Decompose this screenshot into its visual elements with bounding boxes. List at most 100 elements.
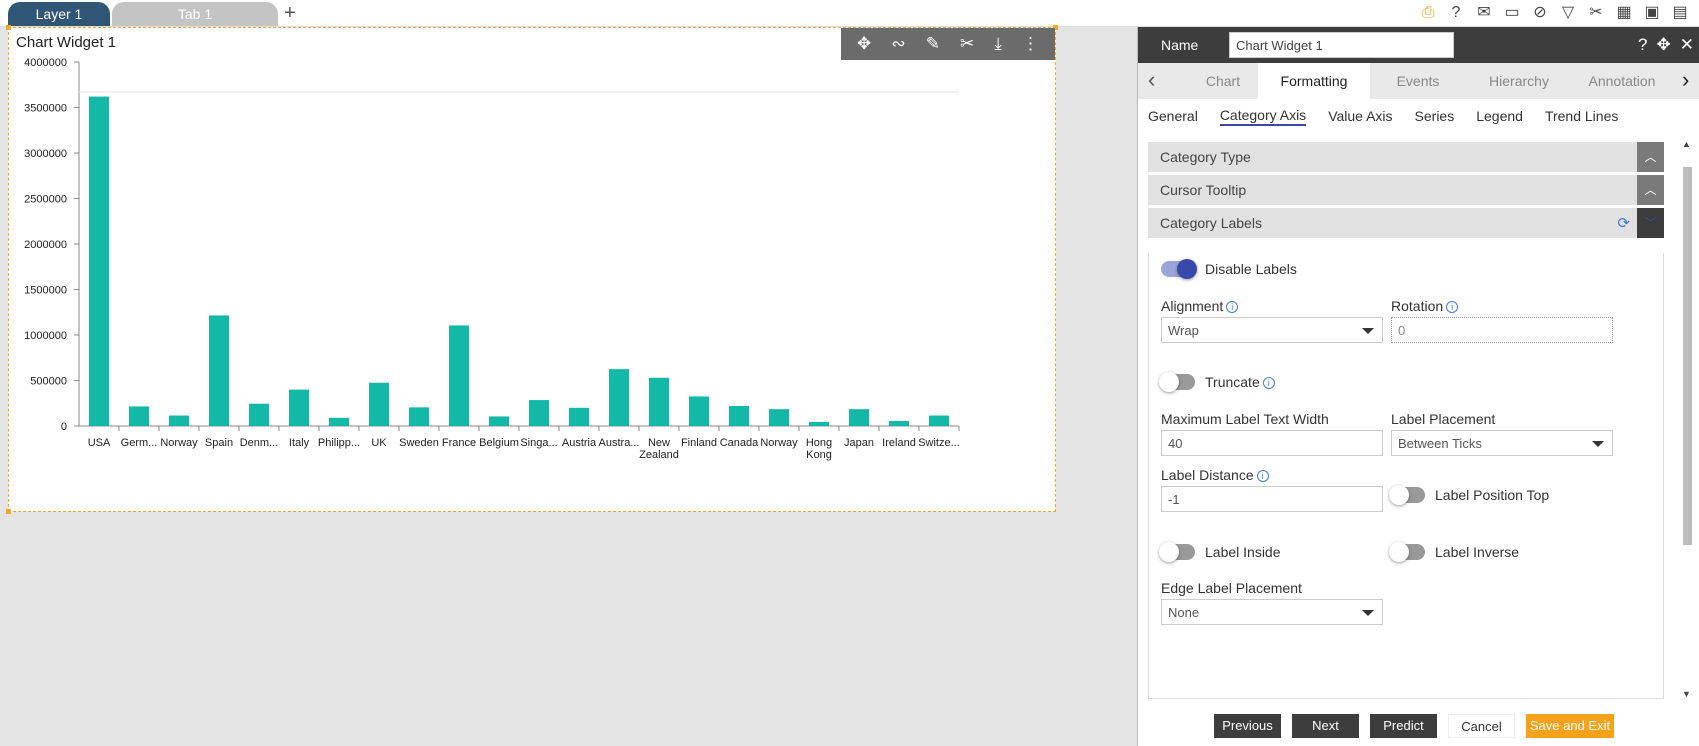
truncate-toggle[interactable]: [1159, 372, 1195, 392]
tab-chart[interactable]: Chart: [1183, 63, 1263, 99]
label-distance-input[interactable]: -1: [1161, 486, 1383, 512]
tools-icon[interactable]: ✂: [1587, 3, 1605, 23]
table-icon[interactable]: ▦: [1615, 3, 1633, 23]
category-labels-body: Disable Labels Alignment i Wrap Rotation i…: [1148, 253, 1664, 699]
properties-panel: Name Chart Widget 1 ? ✥ ✕ ‹ Chart Format…: [1137, 27, 1699, 746]
section-label: Cursor Tooltip: [1160, 182, 1247, 198]
chart-widget[interactable]: Chart Widget 1 ✥ ∾ ✎ ✂ ⤓ ⋮ 0 500000 100000…: [6, 25, 1058, 514]
section-category-type[interactable]: Category Type ︿: [1148, 142, 1664, 172]
disable-labels-toggle[interactable]: [1161, 259, 1197, 279]
chevron-right-icon[interactable]: ›: [1682, 69, 1689, 91]
subtab-value-axis[interactable]: Value Axis: [1328, 108, 1392, 124]
subtab-category-axis[interactable]: Category Axis: [1219, 107, 1307, 126]
max-width-input[interactable]: 40: [1161, 430, 1383, 456]
dashboard-canvas: Chart Widget 1 ✥ ∾ ✎ ✂ ⤓ ⋮ 0 500000 100000…: [6, 25, 1136, 746]
add-tab-button[interactable]: +: [284, 2, 296, 24]
bar: [689, 396, 709, 426]
label-inside-toggle[interactable]: [1159, 542, 1195, 562]
max-width-label: Maximum Label Text Width: [1161, 411, 1329, 427]
label-position-top-toggle[interactable]: [1389, 485, 1425, 505]
x-tick-label: Spain: [205, 437, 233, 449]
more-icon[interactable]: ⋮: [1022, 34, 1039, 54]
scrollbar-thumb[interactable]: [1683, 167, 1692, 545]
x-tick-label: Canada: [720, 437, 759, 449]
subtab-legend[interactable]: Legend: [1476, 108, 1523, 124]
chevron-left-icon[interactable]: ‹: [1148, 69, 1155, 91]
name-input[interactable]: Chart Widget 1: [1229, 32, 1454, 58]
screen-icon[interactable]: ▣: [1643, 3, 1661, 23]
disable-labels-label: Disable Labels: [1205, 261, 1297, 277]
tab-annotation[interactable]: Annotation: [1572, 63, 1672, 99]
tab-tab-1[interactable]: Tab 1: [112, 2, 278, 26]
x-tick-label: New: [648, 437, 670, 449]
subtab-general[interactable]: General: [1148, 108, 1198, 124]
edge-label-placement-label: Edge Label Placement: [1161, 580, 1302, 596]
label-position-top-label: Label Position Top: [1435, 487, 1550, 503]
panel-header-icons: ? ✥ ✕: [1638, 35, 1694, 55]
previous-button[interactable]: Previous: [1214, 714, 1281, 738]
label-placement-select[interactable]: Between Ticks: [1391, 430, 1613, 456]
alignment-select[interactable]: Wrap: [1161, 317, 1383, 343]
panel-footer: Previous Next Predict Cancel Save and Ex…: [1138, 704, 1699, 746]
bar: [769, 409, 789, 426]
resize-handle[interactable]: [6, 509, 11, 514]
subtab-series[interactable]: Series: [1415, 108, 1455, 124]
x-tick-label: Austra...: [599, 437, 640, 449]
y-tick-label: 4000000: [24, 58, 67, 69]
section-cursor-tooltip[interactable]: Cursor Tooltip ︿: [1148, 175, 1664, 205]
formatting-subtabs: General Category Axis Value Axis Series …: [1148, 99, 1618, 133]
tab-formatting[interactable]: Formatting: [1258, 63, 1370, 99]
move-icon[interactable]: ✥: [1657, 35, 1671, 55]
x-tick-label: Italy: [289, 437, 310, 449]
subtab-trend-lines[interactable]: Trend Lines: [1545, 108, 1618, 124]
download-icon[interactable]: ⤓: [994, 34, 1002, 54]
tools-icon[interactable]: ✂: [960, 34, 974, 54]
save-icon[interactable]: ⎙: [1419, 3, 1437, 23]
panel-scrollbar[interactable]: ▲ ▼: [1681, 139, 1694, 699]
x-tick-label: Sweden: [399, 437, 439, 449]
tab-layer-1[interactable]: Layer 1: [8, 2, 110, 26]
edge-label-placement-select[interactable]: None: [1161, 599, 1383, 625]
bar: [89, 96, 109, 426]
bar: [369, 382, 389, 426]
bar: [809, 421, 829, 426]
close-icon[interactable]: ✕: [1680, 35, 1694, 55]
x-tick-label: Denm...: [240, 437, 279, 449]
tab-events[interactable]: Events: [1370, 63, 1466, 99]
chevron-down-icon[interactable]: ﹀: [1637, 208, 1664, 238]
chevron-up-icon[interactable]: ︿: [1637, 142, 1664, 172]
mail-icon[interactable]: ✉: [1475, 3, 1493, 23]
label-inverse-toggle[interactable]: [1389, 542, 1425, 562]
move-icon[interactable]: ✥: [857, 34, 871, 54]
bar: [849, 409, 869, 426]
y-tick-label: 1000000: [24, 330, 67, 342]
filter-icon[interactable]: ▽: [1559, 3, 1577, 23]
chevron-up-icon[interactable]: ︿: [1637, 175, 1664, 205]
refresh-icon[interactable]: ⟳: [1617, 214, 1630, 232]
cancel-button[interactable]: Cancel: [1448, 714, 1515, 738]
clear-filter-icon[interactable]: ⊘: [1531, 3, 1549, 23]
next-button[interactable]: Next: [1292, 714, 1359, 738]
resize-handle[interactable]: [6, 25, 11, 30]
link-icon[interactable]: ∾: [891, 34, 905, 54]
tab-hierarchy[interactable]: Hierarchy: [1466, 63, 1572, 99]
grid-icon[interactable]: ▤: [1671, 3, 1689, 23]
caret-down-icon: [1592, 441, 1604, 447]
comment-icon[interactable]: ▭: [1503, 3, 1521, 23]
truncate-label: Truncate i: [1205, 374, 1275, 390]
section-category-labels[interactable]: Category Labels ⟳ ﹀: [1148, 208, 1664, 238]
predict-button[interactable]: Predict: [1370, 714, 1437, 738]
bar: [649, 377, 669, 426]
top-bar: Layer 1 Tab 1 + ⎙ ? ✉ ▭ ⊘ ▽ ✂ ▦ ▣ ▤: [0, 0, 1699, 27]
help-icon[interactable]: ?: [1447, 3, 1465, 23]
x-tick-label: USA: [88, 437, 111, 449]
x-tick-label: Philipp...: [318, 437, 360, 449]
x-tick-label: Austria: [562, 437, 597, 449]
label-inverse-label: Label Inverse: [1435, 544, 1520, 560]
rotation-input[interactable]: 0: [1391, 317, 1613, 343]
help-icon[interactable]: ?: [1638, 35, 1647, 55]
bar: [329, 417, 349, 426]
bar: [209, 315, 229, 426]
save-and-exit-button[interactable]: Save and Exit: [1526, 714, 1614, 738]
edit-icon[interactable]: ✎: [926, 34, 940, 54]
